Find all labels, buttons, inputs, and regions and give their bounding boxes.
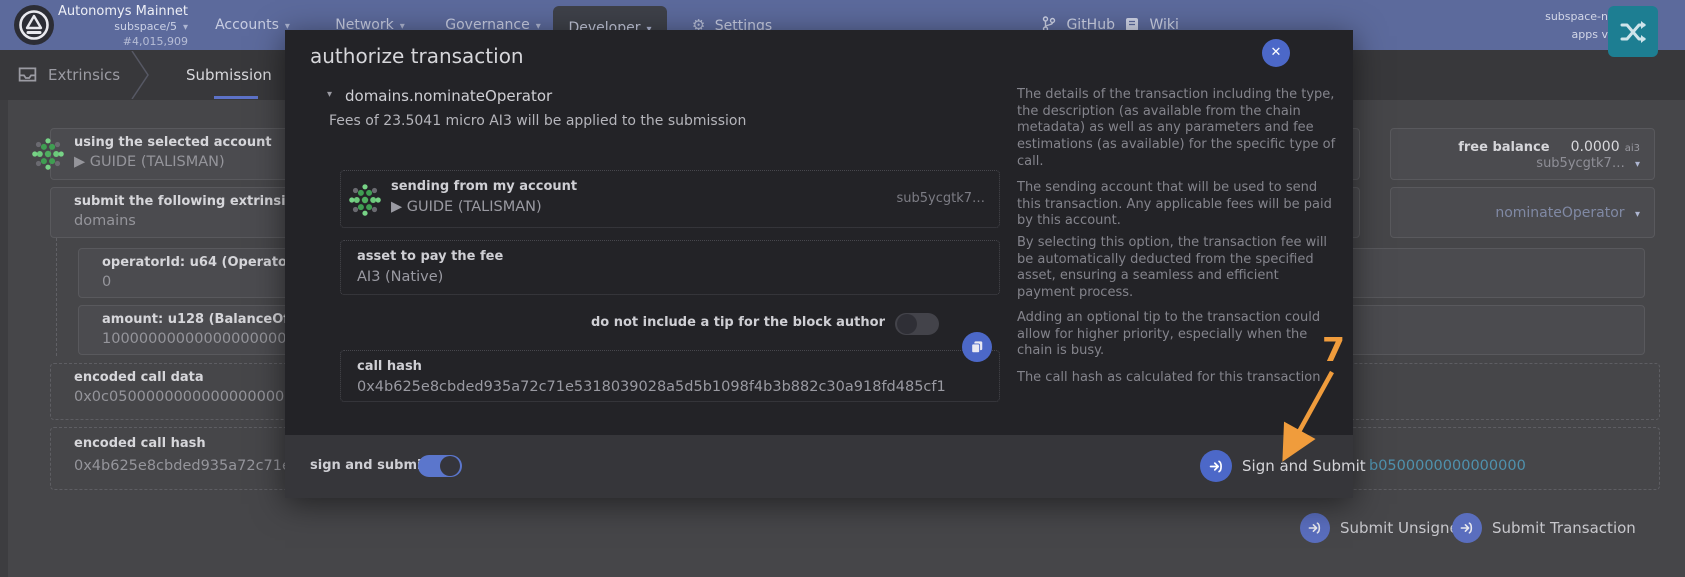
extrinsics-page: using the selected account ▶ GUIDE (TALI…: [0, 0, 1685, 577]
free-balance-unit: ai3: [1625, 143, 1640, 154]
tip-help-text: Adding an optional tip to the transactio…: [1017, 310, 1339, 360]
selected-account-value: ▶ GUIDE (TALISMAN): [74, 154, 225, 170]
step-annotation: 7: [1322, 330, 1345, 369]
tab-separator: [128, 51, 152, 103]
modal-title: authorize transaction: [310, 44, 524, 68]
tip-toggle[interactable]: [895, 313, 939, 335]
extrinsic-label: submit the following extrinsic: [74, 194, 293, 209]
encoded-call-data-label: encoded call data: [74, 370, 204, 385]
fee-asset-label: asset to pay the fee: [357, 249, 503, 264]
submit-transaction-button[interactable]: Submit Transaction: [1452, 513, 1636, 543]
submit-transaction-label: Submit Transaction: [1492, 519, 1636, 537]
copy-icon[interactable]: [962, 332, 992, 362]
fee-asset-help-text: By selecting this option, the transactio…: [1017, 235, 1339, 302]
extrinsics-icon: [17, 64, 38, 89]
free-balance-value: 0.0000: [1571, 139, 1620, 155]
chevron-down-icon[interactable]: ▾: [1635, 209, 1640, 220]
expand-caret-icon[interactable]: ▾: [327, 89, 332, 100]
submit-unsigned-button[interactable]: Submit Unsigned: [1300, 513, 1468, 543]
account-address-short: sub5ycgtk7…: [1536, 156, 1625, 171]
tab-submission[interactable]: Submission: [186, 50, 272, 100]
call-hash-value: 0x4b625e8cbded935a72c71e5318039028a5d5b1…: [357, 379, 946, 395]
chevron-down-icon[interactable]: ▾: [183, 22, 188, 33]
param-indent-guide: [56, 238, 57, 356]
signin-icon: [1300, 513, 1330, 543]
extrinsic-section-value: domains: [74, 213, 136, 229]
sending-account-label: sending from my account: [391, 179, 577, 194]
sign-submit-toggle[interactable]: [418, 455, 462, 477]
fees-note: Fees of 23.5041 micro AI3 will be applie…: [329, 113, 746, 129]
free-balance-label: free balance: [1458, 140, 1549, 155]
modal-method[interactable]: domains.nominateOperator: [345, 87, 552, 105]
param-amount-value: 100000000000000000000: [102, 331, 296, 347]
param-operatorid-label: operatorId: u64 (OperatorId): [102, 255, 313, 270]
apps-version-info: subspace-n apps v: [1458, 8, 1608, 43]
shuffle-icon: [1618, 17, 1648, 47]
sending-account-address: sub5ycgtk7…: [896, 191, 985, 206]
sending-account-box[interactable]: sending from my account ▶ GUIDE (TALISMA…: [340, 170, 1000, 228]
chain-name: Autonomys Mainnet: [58, 4, 188, 20]
account-identicon: [32, 138, 64, 170]
selected-account-label: using the selected account: [74, 135, 272, 150]
modal-footer: sign and submit Sign and Submit: [285, 435, 1353, 498]
details-help-text: The details of the transaction including…: [1017, 87, 1339, 170]
param-operatorid-value: 0: [102, 274, 111, 290]
call-hash-box: call hash 0x4b625e8cbded935a72c71e531803…: [340, 350, 1000, 402]
param-amount-label: amount: u128 (BalanceOf): [102, 312, 295, 327]
tab-extrinsics[interactable]: Extrinsics: [48, 50, 120, 100]
sign-submit-toggle-label: sign and submit: [310, 458, 428, 473]
signin-icon: [1200, 450, 1232, 482]
autonomys-logo[interactable]: [14, 5, 54, 45]
fee-asset-value: AI3 (Native): [357, 269, 443, 285]
page-edge: [0, 100, 8, 577]
submit-unsigned-label: Submit Unsigned: [1340, 519, 1468, 537]
sending-account-value: ▶ GUIDE (TALISMAN): [391, 199, 542, 215]
method-select-value[interactable]: nominateOperator: [1495, 205, 1624, 221]
free-balance-box[interactable]: free balance 0.0000 ai3 sub5ycgtk7… ▾: [1390, 128, 1655, 180]
extrinsic-method-box[interactable]: nominateOperator ▾: [1390, 187, 1655, 238]
fee-asset-box[interactable]: asset to pay the fee AI3 (Native): [340, 240, 1000, 295]
active-tab-underline: [214, 96, 258, 99]
call-hash-label: call hash: [357, 359, 422, 374]
authorize-transaction-modal: authorize transaction ✕ ▾ domains.nomina…: [285, 30, 1353, 498]
sending-help-text: The sending account that will be used to…: [1017, 180, 1339, 230]
runtime-version: subspace/5: [114, 20, 177, 33]
random-endpoint-button[interactable]: [1608, 6, 1658, 57]
encoded-call-hash-label: encoded call hash: [74, 436, 206, 451]
encoded-call-hash-tail: b0500000000000000: [1369, 458, 1526, 474]
account-identicon: [349, 184, 381, 216]
tip-toggle-label: do not include a tip for the block autho…: [585, 315, 885, 330]
block-number: #4,015,909: [58, 35, 188, 49]
signin-icon: [1452, 513, 1482, 543]
close-icon[interactable]: ✕: [1262, 39, 1290, 67]
chevron-down-icon[interactable]: ▾: [1635, 159, 1640, 170]
annotation-arrow: [1262, 366, 1352, 466]
chain-info[interactable]: Autonomys Mainnet subspace/5 ▾ #4,015,909: [58, 4, 188, 49]
